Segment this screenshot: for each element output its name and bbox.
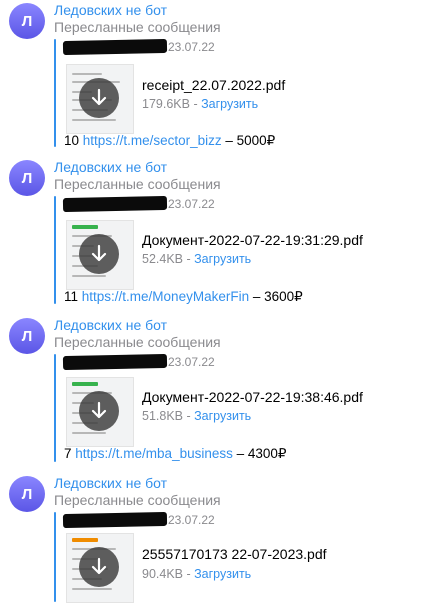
forward-date: 23.07.22 (168, 355, 215, 369)
file-size: 90.4KB (142, 567, 184, 581)
sender-name[interactable]: Ледовских не бот (54, 2, 167, 18)
download-icon[interactable] (79, 234, 119, 274)
forwarded-label: Пересланные сообщения (54, 19, 221, 35)
caption-price: – 3600₽ (252, 289, 303, 304)
file-name[interactable]: 25557170173 22-07-2023.pdf (142, 546, 327, 562)
file-name[interactable]: Документ-2022-07-22-19:38:46.pdf (142, 389, 363, 405)
document-thumbnail[interactable] (66, 220, 134, 290)
message: Л Ледовских не бот Пересланные сообщения… (0, 2, 446, 160)
download-link[interactable]: Загрузить (194, 252, 251, 266)
file-name[interactable]: Документ-2022-07-22-19:31:29.pdf (142, 232, 363, 248)
redaction-mark (62, 38, 168, 56)
caption-count: 7 (64, 446, 72, 461)
forwarded-label: Пересланные сообщения (54, 176, 221, 192)
caption-price: – 4300₽ (236, 446, 287, 461)
forward-date: 23.07.22 (168, 513, 215, 527)
download-link[interactable]: Загрузить (194, 567, 251, 581)
caption-count: 11 (64, 289, 79, 304)
file-meta: 90.4KB - Загрузить (142, 567, 252, 581)
file-size: 52.4KB (142, 252, 184, 266)
file-size: 51.8KB (142, 409, 184, 423)
message-caption: 11 https://t.me/MoneyMakerFin – 3600₽ (64, 289, 303, 305)
download-icon[interactable] (79, 391, 119, 431)
sender-name[interactable]: Ледовских не бот (54, 317, 167, 333)
message: Л Ледовских не бот Пересланные сообщения… (0, 159, 446, 317)
caption-count: 10 (64, 133, 80, 148)
caption-link[interactable]: https://t.me/sector_bizz (83, 133, 222, 148)
forwarded-label: Пересланные сообщения (54, 334, 221, 350)
download-link[interactable]: Загрузить (201, 97, 258, 111)
redaction-mark (62, 353, 168, 371)
sender-name[interactable]: Ледовских не бот (54, 475, 167, 491)
file-meta: 179.6KB - Загрузить (142, 97, 259, 111)
redaction-mark (62, 511, 168, 529)
caption-link[interactable]: https://t.me/MoneyMakerFin (82, 289, 249, 304)
quote-bar (54, 39, 56, 147)
avatar[interactable]: Л (9, 318, 45, 354)
message: Л Ледовских не бот Пересланные сообщения… (0, 317, 446, 475)
quote-bar (54, 512, 56, 602)
download-icon[interactable] (79, 547, 119, 587)
avatar[interactable]: Л (9, 160, 45, 196)
forwarded-label: Пересланные сообщения (54, 492, 221, 508)
document-thumbnail[interactable] (66, 377, 134, 447)
file-meta: 52.4KB - Загрузить (142, 252, 252, 266)
message-caption: 7 https://t.me/mba_business – 4300₽ (64, 446, 287, 462)
quote-bar (54, 354, 56, 462)
redaction-mark (62, 195, 168, 213)
file-meta: 51.8KB - Загрузить (142, 409, 252, 423)
forward-date: 23.07.22 (168, 197, 215, 211)
caption-price: – 5000₽ (225, 133, 276, 148)
forward-date: 23.07.22 (168, 40, 215, 54)
download-icon[interactable] (79, 78, 119, 118)
file-name[interactable]: receipt_22.07.2022.pdf (142, 77, 285, 93)
caption-link[interactable]: https://t.me/mba_business (75, 446, 233, 461)
document-thumbnail[interactable] (66, 64, 134, 134)
quote-bar (54, 196, 56, 304)
document-thumbnail[interactable] (66, 533, 134, 603)
file-size: 179.6KB (142, 97, 190, 111)
download-link[interactable]: Загрузить (194, 409, 251, 423)
message: Л Ледовских не бот Пересланные сообщения… (0, 475, 446, 603)
avatar[interactable]: Л (9, 3, 45, 39)
avatar[interactable]: Л (9, 476, 45, 512)
sender-name[interactable]: Ледовских не бот (54, 159, 167, 175)
message-caption: 10 https://t.me/sector_bizz – 5000₽ (64, 133, 275, 149)
